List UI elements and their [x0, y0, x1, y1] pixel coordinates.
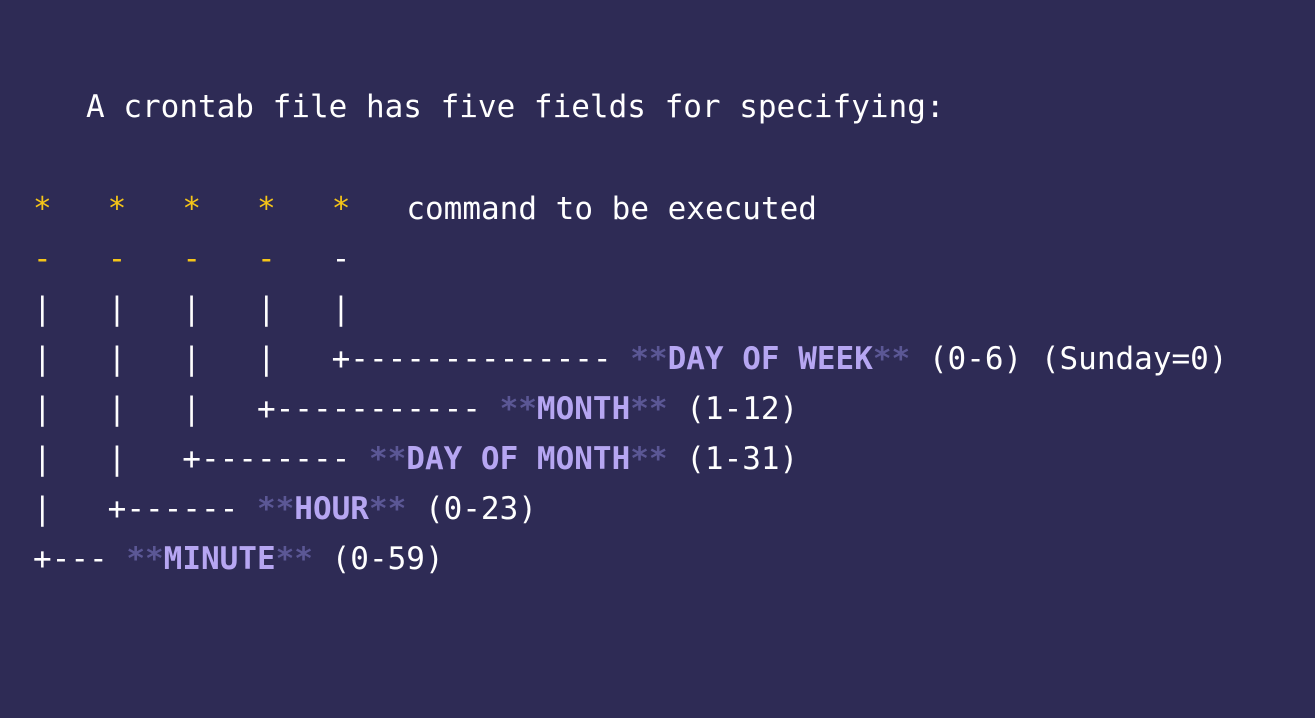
field-star: *	[331, 191, 351, 227]
diagram-segment	[201, 191, 257, 227]
diagram-segment	[201, 241, 257, 277]
diagram-segment: | | +--------	[33, 441, 369, 477]
diagram-segment: **	[630, 441, 668, 477]
diagram-segment	[52, 241, 108, 277]
diagram-segment: -	[275, 241, 351, 277]
diagram-segment: | | | | |	[33, 291, 351, 327]
intro-text: A crontab file has five fields for speci…	[86, 89, 945, 125]
field-label: DAY OF MONTH	[406, 441, 631, 477]
diagram-line: | | | +----------- **MONTH** (1-12)	[33, 384, 1227, 434]
diagram-segment: | | | | +--------------	[33, 341, 631, 377]
field-label: MINUTE	[163, 541, 276, 577]
diagram-segment: | | | +-----------	[33, 391, 500, 427]
crontab-diagram: * * * * * command to be executed - - - - …	[33, 184, 1227, 584]
diagram-segment: **	[872, 341, 911, 377]
diagram-segment: | +------	[33, 491, 257, 527]
diagram-line: | +------ **HOUR** (0-23)	[33, 484, 1227, 534]
diagram-segment: -	[182, 241, 202, 277]
diagram-line: | | | | |	[33, 284, 1227, 334]
field-star: *	[182, 191, 202, 227]
diagram-segment: (0-23)	[406, 491, 537, 527]
field-star: *	[33, 191, 52, 227]
diagram-segment: command to be executed	[350, 191, 817, 227]
diagram-segment: **	[275, 541, 313, 577]
diagram-segment: **	[126, 541, 164, 577]
diagram-segment: (1-12)	[667, 391, 799, 427]
diagram-segment: **	[630, 341, 668, 377]
diagram-line: +--- **MINUTE** (0-59)	[33, 534, 1227, 584]
diagram-segment: +---	[33, 541, 127, 577]
diagram-segment	[126, 241, 182, 277]
diagram-segment: -	[257, 241, 276, 277]
diagram-segment: -	[107, 241, 127, 277]
field-star: *	[107, 191, 127, 227]
diagram-line: | | | | +-------------- **DAY OF WEEK** …	[33, 334, 1227, 384]
diagram-line: - - - - -	[33, 234, 1227, 284]
diagram-segment: **	[256, 491, 295, 527]
diagram-segment: (0-59)	[312, 541, 444, 577]
diagram-segment: **	[630, 391, 668, 427]
diagram-segment: **	[368, 441, 407, 477]
diagram-segment: **	[368, 491, 407, 527]
diagram-segment	[52, 191, 108, 227]
diagram-segment: **	[499, 391, 537, 427]
field-label: DAY OF WEEK	[667, 341, 873, 377]
diagram-segment: (1-31)	[667, 441, 799, 477]
diagram-line: | | +-------- **DAY OF MONTH** (1-31)	[33, 434, 1227, 484]
diagram-segment	[126, 191, 182, 227]
field-label: HOUR	[294, 491, 369, 527]
diagram-segment: -	[33, 241, 52, 277]
diagram-segment	[276, 191, 332, 227]
field-label: MONTH	[536, 391, 631, 427]
diagram-segment: (0-6) (Sunday=0)	[910, 341, 1228, 377]
diagram-line: * * * * * command to be executed	[33, 184, 1227, 234]
field-star: *	[257, 191, 276, 227]
